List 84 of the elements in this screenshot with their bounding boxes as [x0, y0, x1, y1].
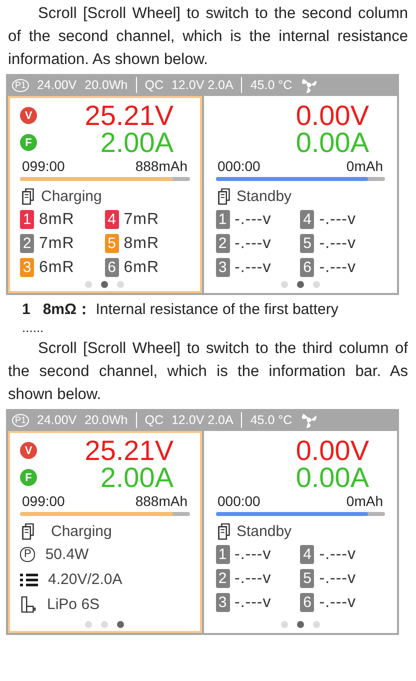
- cell-index: 4: [300, 545, 314, 564]
- info-text: 50.4W: [45, 546, 89, 563]
- output-reading: 12.0V 2.0A: [171, 78, 234, 92]
- cell-index: 1: [216, 210, 230, 229]
- elapsed-time: 099:00: [22, 158, 65, 174]
- note-text: 1 8mΩ： Internal resistance of the first battery: [21, 300, 340, 320]
- cell-value: 6mR: [124, 258, 160, 276]
- cell-value: 8mR: [124, 234, 160, 252]
- voltage-reading: 25.21V: [84, 102, 174, 129]
- info-text: LiPo 6S: [47, 596, 100, 613]
- cell-value: -.---v: [234, 234, 272, 252]
- input-voltage: 24.00V: [37, 413, 77, 427]
- cell-index: 2: [216, 234, 230, 253]
- instruction-paragraph: Scroll [Scroll Wheel] to switch to the third column of the second channel, which is the information bar. As shown below.: [7, 339, 409, 405]
- elapsed-time: 000:00: [218, 158, 260, 174]
- info-text: 4.20V/2.0A: [48, 571, 122, 588]
- cell-value: -.---v: [234, 258, 272, 276]
- current-reading: 0.00A: [296, 464, 370, 491]
- cell-index: 3: [216, 593, 230, 612]
- cell-value: -.---v: [234, 546, 272, 564]
- port-badge: P1: [12, 414, 30, 426]
- cell-index: 1: [216, 545, 230, 564]
- energy-reading: 20.0Wh: [84, 413, 128, 427]
- cell-index: 5: [300, 569, 314, 588]
- cell-index: 5: [104, 234, 119, 253]
- capacity-reading: 0mAh: [346, 158, 383, 174]
- mode-label: QC: [144, 413, 164, 427]
- cell-value: -.---v: [234, 210, 272, 228]
- cell-value: -.---v: [234, 594, 272, 612]
- port-badge: P1: [12, 78, 30, 92]
- input-voltage: 24.00V: [37, 78, 77, 92]
- voltage-reading: 0.00V: [296, 102, 370, 129]
- status-text: Charging: [51, 522, 112, 540]
- cell-value: -.---v: [234, 570, 272, 588]
- output-reading: 12.0V 2.0A: [171, 413, 234, 427]
- current-badge: F: [20, 469, 37, 486]
- status-text: Charging: [41, 188, 102, 204]
- energy-reading: 20.0Wh: [84, 78, 128, 92]
- voltage-badge: V: [20, 442, 37, 459]
- ellipsis-text: ......: [21, 321, 45, 335]
- voltage-reading: 25.21V: [84, 437, 174, 464]
- cell-value: -.---v: [319, 210, 356, 228]
- temperature-reading: 45.0 °C: [250, 413, 292, 427]
- cell-value: -.---v: [319, 234, 356, 252]
- status-text: Standby: [236, 188, 292, 204]
- cell-index: 1: [20, 210, 34, 229]
- status-text: Standby: [236, 522, 292, 540]
- capacity-reading: 888mAh: [135, 158, 188, 174]
- channel-panel[interactable]: 0.00V 0.00A 000:00 0mAh Standby 1 -.---v 4 -.---v 2 -.---v 5 -.---v 3 -.---v 6 -.---v: [204, 96, 397, 293]
- cell-value: -.---v: [319, 570, 356, 588]
- cell-index: 3: [20, 258, 34, 277]
- elapsed-time: 099:00: [22, 493, 65, 509]
- temperature-reading: 45.0 °C: [250, 78, 292, 92]
- cell-value: -.---v: [319, 258, 356, 276]
- mode-label: QC: [144, 78, 164, 92]
- elapsed-time: 000:00: [218, 493, 260, 509]
- capacity-reading: 888mAh: [135, 493, 188, 509]
- voltage-reading: 0.00V: [296, 437, 370, 464]
- channel-panel[interactable]: V 25.21V F 2.00A 099:00 888mAh Charging P 50.4W 4.20V/2.0A LiPo 6S: [8, 431, 202, 633]
- current-reading: 2.00A: [100, 464, 174, 491]
- cell-index: 4: [104, 210, 119, 229]
- cell-value: -.---v: [319, 546, 356, 564]
- cell-index: 6: [300, 593, 314, 612]
- cell-value: -.---v: [319, 594, 356, 612]
- cell-index: 6: [104, 258, 119, 277]
- cell-value: 8mR: [39, 210, 74, 228]
- cell-index: 3: [216, 258, 230, 277]
- cell-index: 5: [300, 234, 314, 253]
- cell-value: 7mR: [124, 210, 160, 228]
- cell-value: 7mR: [39, 234, 74, 252]
- cell-index: 6: [300, 258, 314, 277]
- current-badge: F: [20, 134, 37, 151]
- cell-index: 2: [216, 569, 230, 588]
- channel-panel[interactable]: 0.00V 0.00A 000:00 0mAh Standby 1 -.---v 4 -.---v 2 -.---v 5 -.---v 3 -.---v 6 -.---v: [204, 431, 397, 633]
- capacity-reading: 0mAh: [346, 493, 383, 509]
- voltage-badge: V: [20, 107, 37, 124]
- cell-value: 6mR: [39, 258, 74, 276]
- current-reading: 2.00A: [100, 129, 174, 156]
- cell-index: 2: [20, 234, 34, 253]
- instruction-paragraph: Scroll [Scroll Wheel] to switch to the second column of the second channel, which is the internal resistance information. As shown below.: [7, 4, 409, 70]
- power-badge: P: [20, 547, 36, 562]
- current-reading: 0.00A: [296, 129, 370, 156]
- channel-panel[interactable]: V 25.21V F 2.00A 099:00 888mAh Charging 1 8mR 4 7mR 2 7mR 5 8mR 3 6mR 6 6mR: [8, 96, 202, 293]
- cell-index: 4: [300, 210, 314, 229]
